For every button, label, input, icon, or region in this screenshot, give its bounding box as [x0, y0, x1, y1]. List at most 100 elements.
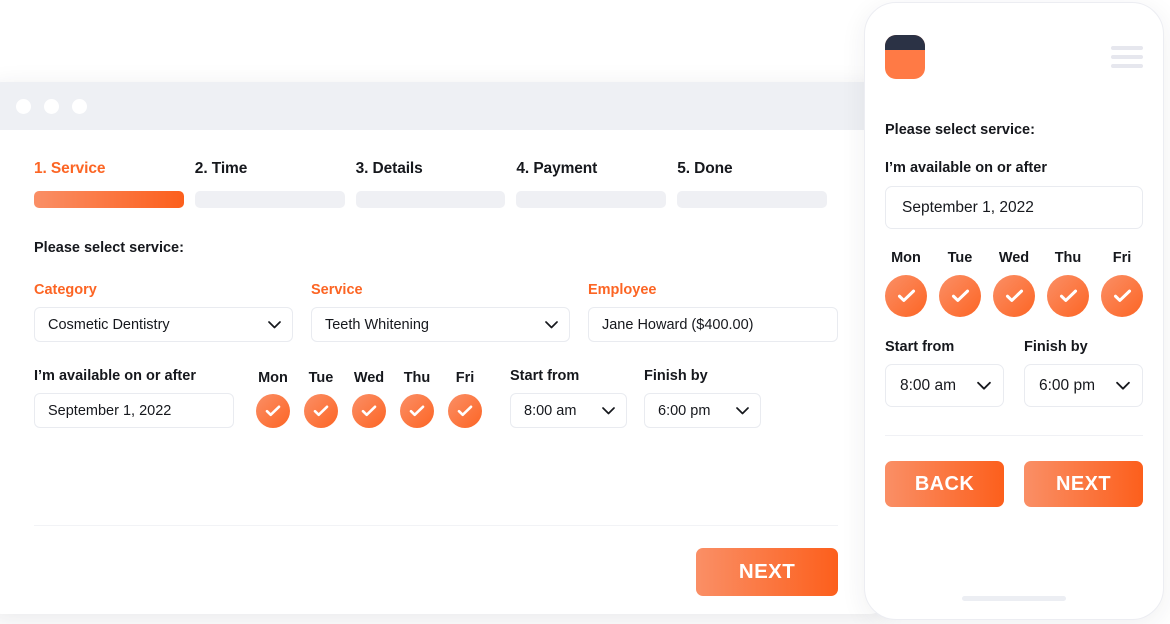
weekday-fri[interactable]: Fri: [448, 370, 482, 428]
start-from-label: Start from: [510, 368, 627, 384]
mobile-weekday-mon[interactable]: Mon: [885, 250, 927, 317]
mobile-finish-by-value: 6:00 pm: [1039, 377, 1095, 395]
app-logo-icon[interactable]: [885, 35, 925, 79]
check-icon[interactable]: [352, 394, 386, 428]
booking-form: 1. Service 2. Time 3. Details 4. Payment…: [0, 130, 886, 614]
step-progress-bar: [356, 191, 506, 208]
chevron-down-icon: [977, 381, 991, 390]
window-minimize-dot[interactable]: [44, 99, 59, 114]
step-progress-bar: [516, 191, 666, 208]
availability-row: I’m available on or after September 1, 2…: [34, 368, 838, 428]
weekday-label: Wed: [352, 370, 386, 386]
finish-by-value: 6:00 pm: [658, 403, 710, 419]
category-label: Category: [34, 282, 293, 298]
window-close-dot[interactable]: [16, 99, 31, 114]
step-progress-bar: [677, 191, 827, 208]
mobile-header: [885, 35, 1143, 79]
available-date-value: September 1, 2022: [48, 403, 171, 419]
service-value: Teeth Whitening: [325, 317, 429, 333]
menu-bar-2: [1111, 55, 1143, 59]
check-icon[interactable]: [304, 394, 338, 428]
mobile-weekday-tue[interactable]: Tue: [939, 250, 981, 317]
service-label: Service: [311, 282, 570, 298]
mobile-available-date-value: September 1, 2022: [902, 199, 1034, 217]
menu-bar-3: [1111, 64, 1143, 68]
step-progress: 1. Service 2. Time 3. Details 4. Payment…: [34, 160, 838, 208]
mobile-weekday-thu[interactable]: Thu: [1047, 250, 1089, 317]
category-value: Cosmetic Dentistry: [48, 317, 170, 333]
service-select[interactable]: Teeth Whitening: [311, 307, 570, 342]
employee-select[interactable]: Jane Howard ($400.00): [588, 307, 838, 342]
mobile-weekday-toggle-group: Mon Tue Wed: [885, 250, 1143, 317]
mobile-start-from-value: 8:00 am: [900, 377, 956, 395]
available-date-input[interactable]: September 1, 2022: [34, 393, 234, 428]
mobile-weekday-wed[interactable]: Wed: [993, 250, 1035, 317]
step-time[interactable]: 2. Time: [195, 160, 356, 208]
mobile-start-from-field: Start from 8:00 am: [885, 339, 1004, 407]
start-from-value: 8:00 am: [524, 403, 576, 419]
weekday-label: Fri: [448, 370, 482, 386]
screenshot-stage: 1. Service 2. Time 3. Details 4. Payment…: [0, 0, 1170, 624]
next-button[interactable]: NEXT: [696, 548, 838, 596]
weekday-label: Mon: [256, 370, 290, 386]
check-icon[interactable]: [448, 394, 482, 428]
step-service[interactable]: 1. Service: [34, 160, 195, 208]
start-from-field: Start from 8:00 am: [510, 368, 627, 428]
mobile-finish-by-select[interactable]: 6:00 pm: [1024, 364, 1143, 407]
mobile-available-date-label: I’m available on or after: [885, 160, 1143, 176]
mobile-preview-panel: Please select service: I’m available on …: [864, 2, 1164, 620]
step-progress-bar: [195, 191, 345, 208]
menu-bar-1: [1111, 46, 1143, 50]
category-field: Category Cosmetic Dentistry: [34, 282, 293, 342]
category-select[interactable]: Cosmetic Dentistry: [34, 307, 293, 342]
step-progress-bar: [34, 191, 184, 208]
weekday-label: Tue: [939, 250, 981, 266]
check-icon[interactable]: [939, 275, 981, 317]
step-payment[interactable]: 4. Payment: [516, 160, 677, 208]
weekday-label: Tue: [304, 370, 338, 386]
check-icon[interactable]: [1101, 275, 1143, 317]
available-date-field: I’m available on or after September 1, 2…: [34, 368, 234, 428]
check-icon[interactable]: [256, 394, 290, 428]
finish-by-field: Finish by 6:00 pm: [644, 368, 761, 428]
form-actions: NEXT: [696, 548, 838, 596]
check-icon[interactable]: [885, 275, 927, 317]
desktop-browser-window: 1. Service 2. Time 3. Details 4. Payment…: [0, 82, 886, 614]
mobile-next-button[interactable]: NEXT: [1024, 461, 1143, 507]
mobile-start-from-label: Start from: [885, 339, 1004, 355]
home-indicator: [962, 596, 1066, 601]
check-icon[interactable]: [400, 394, 434, 428]
finish-by-select[interactable]: 6:00 pm: [644, 393, 761, 428]
mobile-weekday-fri[interactable]: Fri: [1101, 250, 1143, 317]
logo-top-band: [885, 35, 925, 50]
step-details[interactable]: 3. Details: [356, 160, 517, 208]
check-icon[interactable]: [1047, 275, 1089, 317]
start-from-select[interactable]: 8:00 am: [510, 393, 627, 428]
employee-label: Employee: [588, 282, 838, 298]
weekday-tue[interactable]: Tue: [304, 370, 338, 428]
mobile-time-row: Start from 8:00 am Finish by 6:00 pm: [885, 339, 1143, 407]
window-titlebar: [0, 82, 886, 130]
mobile-back-button[interactable]: BACK: [885, 461, 1004, 507]
window-maximize-dot[interactable]: [72, 99, 87, 114]
service-field: Service Teeth Whitening: [311, 282, 570, 342]
weekday-wed[interactable]: Wed: [352, 370, 386, 428]
check-icon[interactable]: [993, 275, 1035, 317]
mobile-actions: BACK NEXT: [885, 461, 1143, 507]
form-section-title: Please select service:: [34, 240, 838, 256]
chevron-down-icon: [602, 407, 615, 415]
mobile-divider: [885, 435, 1143, 436]
hamburger-menu-icon[interactable]: [1111, 46, 1143, 68]
step-done[interactable]: 5. Done: [677, 160, 838, 208]
chevron-down-icon: [1116, 381, 1130, 390]
step-label: 2. Time: [195, 160, 356, 178]
mobile-available-date-input[interactable]: September 1, 2022: [885, 186, 1143, 229]
weekday-mon[interactable]: Mon: [256, 370, 290, 428]
mobile-start-from-select[interactable]: 8:00 am: [885, 364, 1004, 407]
weekday-toggle-group: Mon Tue Wed: [256, 370, 482, 428]
mobile-section-title: Please select service:: [885, 122, 1143, 138]
weekday-label: Fri: [1101, 250, 1143, 266]
weekday-thu[interactable]: Thu: [400, 370, 434, 428]
weekday-label: Mon: [885, 250, 927, 266]
step-label: 4. Payment: [516, 160, 677, 178]
